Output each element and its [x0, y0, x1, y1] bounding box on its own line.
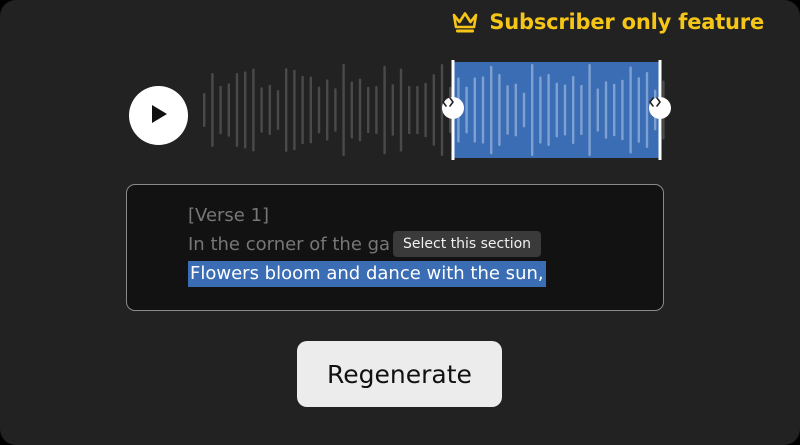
waveform-bar — [235, 73, 239, 147]
subscriber-badge: Subscriber only feature — [451, 10, 764, 34]
waveform-bar — [424, 82, 427, 138]
waveform-bar — [498, 74, 501, 146]
waveform-bar — [531, 64, 534, 156]
waveform-bar — [358, 78, 362, 142]
waveform-bar — [391, 84, 394, 136]
waveform-bar — [301, 75, 304, 145]
waveform-bar — [375, 85, 378, 135]
feature-card: Subscriber only feature [Verse 1] In the… — [0, 0, 800, 445]
waveform-bar — [588, 64, 591, 156]
waveform-bar — [334, 88, 337, 132]
waveform-bar — [244, 71, 247, 149]
waveform-bar — [416, 85, 419, 135]
crown-icon — [451, 10, 479, 34]
select-section-tooltip[interactable]: Select this section — [393, 231, 542, 257]
regenerate-button[interactable]: Regenerate — [297, 341, 502, 407]
selected-lyric-text[interactable]: Flowers bloom and dance with the sun, — [188, 261, 546, 287]
waveform-bar — [367, 86, 370, 134]
waveform-bar — [432, 74, 435, 146]
waveform-bar — [514, 83, 517, 137]
waveform-bar — [227, 83, 230, 137]
waveform-bar — [539, 76, 542, 144]
waveform-bar — [268, 84, 271, 136]
waveform-bar — [408, 85, 411, 135]
waveform-bar — [547, 73, 550, 147]
waveform-bar — [219, 85, 222, 135]
waveform-bar — [645, 71, 649, 149]
lyric-line[interactable]: [Verse 1] — [188, 205, 269, 226]
waveform-bar — [342, 64, 345, 156]
waveform-bar — [276, 89, 280, 131]
audio-waveform[interactable] — [200, 58, 671, 162]
waveform-bar — [203, 93, 206, 127]
waveform-bar — [522, 92, 526, 128]
waveform-bar — [572, 75, 575, 145]
waveform-bar — [350, 81, 353, 139]
waveform-bar — [555, 82, 558, 138]
waveform-bar — [613, 83, 616, 137]
waveform-bar — [596, 88, 599, 132]
waveform-bar — [637, 77, 640, 143]
waveform-bar — [260, 87, 263, 133]
play-button[interactable] — [129, 86, 188, 145]
waveform-bar — [317, 86, 321, 134]
waveform-bar — [309, 76, 312, 144]
waveform-bar — [285, 68, 288, 152]
play-icon — [150, 104, 168, 128]
lyrics-editor[interactable]: [Verse 1] In the corner of the ga Flower… — [126, 184, 664, 311]
waveform-bar — [293, 69, 296, 151]
subscriber-badge-label: Subscriber only feature — [489, 10, 764, 34]
waveform-bar — [326, 79, 329, 141]
selected-lyric-line[interactable]: Flowers bloom and dance with the sun, — [188, 261, 546, 287]
selection-end-handle[interactable] — [649, 97, 671, 119]
waveform-bar — [580, 84, 583, 136]
selection-start-handle[interactable] — [442, 97, 464, 119]
waveform-bar — [465, 86, 468, 134]
waveform-bar — [621, 79, 624, 141]
waveform-canvas — [203, 60, 665, 160]
lyric-line[interactable]: In the corner of the ga — [188, 234, 390, 255]
waveform-bar — [481, 76, 485, 144]
waveform-bar — [211, 73, 214, 147]
waveform-bar — [629, 66, 632, 154]
waveform-bar — [252, 68, 255, 152]
waveform-bar — [383, 65, 386, 155]
waveform-bar — [563, 84, 567, 136]
waveform-bar — [490, 65, 493, 155]
waveform-bar — [604, 81, 608, 139]
waveform-bar — [506, 85, 509, 135]
waveform-bar — [473, 77, 476, 143]
waveform-bar — [399, 68, 403, 152]
